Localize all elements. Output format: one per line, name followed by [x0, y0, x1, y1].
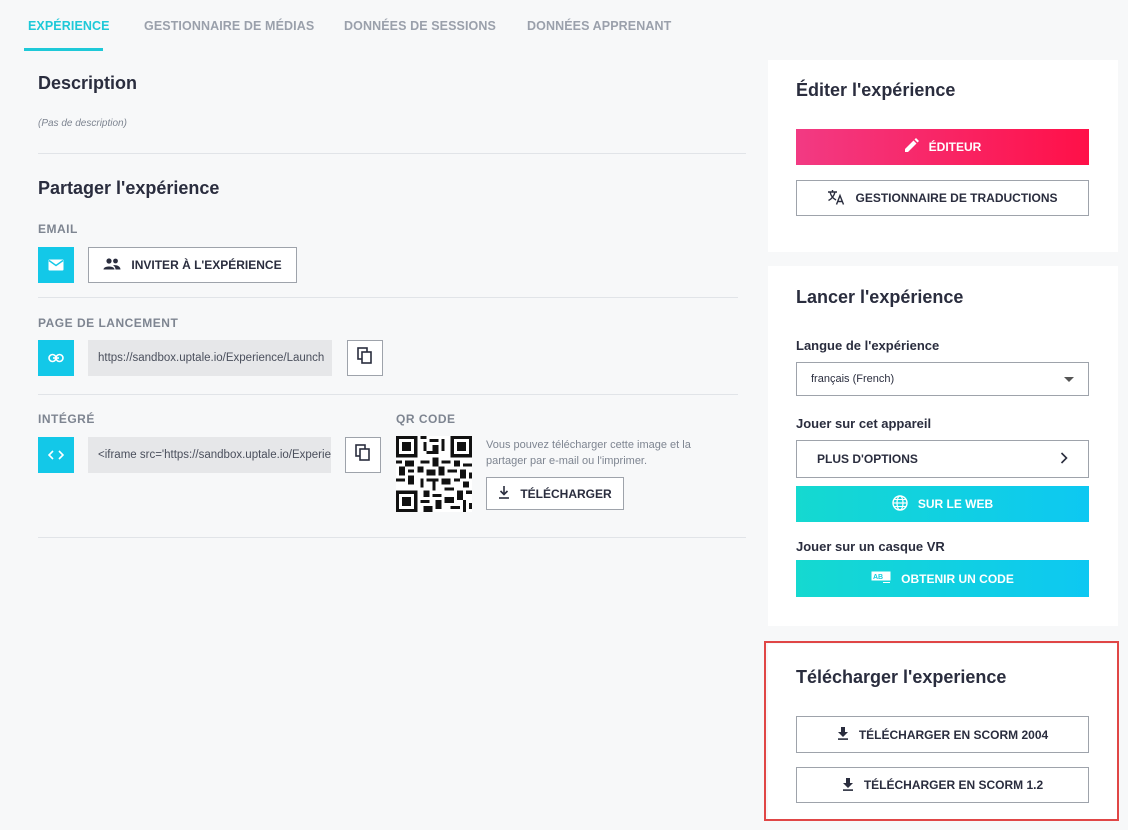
tab-session-data[interactable]: DONNÉES DE SESSIONS — [344, 19, 496, 33]
tab-experience[interactable]: EXPÉRIENCE — [28, 19, 110, 33]
share-title: Partager l'expérience — [38, 178, 220, 198]
qr-code-label: QR CODE — [396, 412, 456, 426]
download-qr-label: TÉLÉCHARGER — [520, 486, 612, 501]
translations-manager-button[interactable]: GESTIONNAIRE DE TRADUCTIONS — [796, 180, 1089, 216]
divider — [38, 394, 738, 395]
launch-url-field[interactable]: https://sandbox.uptale.io/Experience/Lau… — [88, 340, 332, 376]
caret-down-icon — [1064, 377, 1074, 382]
language-select-value: français (French) — [811, 373, 895, 385]
highlight-box — [764, 641, 1119, 821]
copy-launch-url-button[interactable] — [347, 340, 383, 376]
users-icon — [103, 257, 121, 273]
language-label: Langue de l'expérience — [796, 338, 940, 353]
web-button-label: SUR LE WEB — [917, 497, 994, 511]
editor-button[interactable]: ÉDITEUR — [796, 129, 1089, 165]
description-text: (Pas de description) — [38, 118, 127, 129]
divider — [38, 153, 746, 154]
download-icon — [498, 485, 510, 502]
more-options-button[interactable]: PLUS D'OPTIONS — [796, 440, 1089, 478]
copy-icon — [357, 346, 373, 370]
launch-page-label: PAGE DE LANCEMENT — [38, 316, 179, 330]
tab-media-manager[interactable]: GESTIONNAIRE DE MÉDIAS — [144, 19, 314, 33]
copy-icon — [355, 443, 371, 467]
pencil-icon — [904, 138, 919, 156]
divider — [38, 537, 746, 538]
link-icon — [38, 340, 74, 376]
get-code-label: OBTENIR UN CODE — [901, 571, 1014, 586]
description-title: Description — [38, 73, 138, 93]
chevron-right-icon — [1060, 451, 1068, 467]
email-icon — [38, 247, 74, 283]
get-code-button[interactable]: AB OBTENIR UN CODE — [796, 560, 1089, 597]
more-options-label: PLUS D'OPTIONS — [817, 452, 918, 466]
qr-help-text: Vous pouvez télécharger cette image et l… — [486, 439, 691, 467]
translations-button-label: GESTIONNAIRE DE TRADUCTIONS — [855, 191, 1058, 205]
qr-code-image — [396, 436, 472, 512]
code-icon — [38, 437, 74, 473]
editor-button-label: ÉDITEUR — [928, 140, 982, 154]
invite-button[interactable]: INVITER À L'EXPÉRIENCE — [88, 247, 297, 283]
embed-code-field[interactable]: <iframe src='https://sandbox.uptale.io/E… — [88, 437, 331, 473]
play-on-web-button[interactable]: SUR LE WEB — [796, 486, 1089, 522]
translate-icon — [827, 189, 845, 208]
tab-bar: EXPÉRIENCE GESTIONNAIRE DE MÉDIAS DONNÉE… — [0, 0, 1128, 52]
copy-embed-code-button[interactable] — [345, 437, 381, 473]
download-qr-button[interactable]: TÉLÉCHARGER — [486, 477, 624, 510]
code-badge-icon: AB — [871, 571, 891, 586]
edit-card-title: Éditer l'expérience — [796, 80, 956, 100]
embed-label: INTÉGRÉ — [38, 412, 95, 426]
divider — [38, 297, 738, 298]
tab-learner-data[interactable]: DONNÉES APPRENANT — [527, 19, 671, 33]
svg-text:AB: AB — [873, 574, 883, 581]
device-label: Jouer sur cet appareil — [796, 416, 932, 431]
vr-label: Jouer sur un casque VR — [796, 539, 945, 554]
email-label: EMAIL — [38, 222, 78, 236]
active-tab-indicator — [24, 48, 103, 51]
language-select[interactable]: français (French) — [796, 362, 1089, 396]
invite-button-label: INVITER À L'EXPÉRIENCE — [131, 258, 282, 272]
launch-card-title: Lancer l'expérience — [796, 287, 964, 307]
globe-icon — [892, 494, 908, 514]
